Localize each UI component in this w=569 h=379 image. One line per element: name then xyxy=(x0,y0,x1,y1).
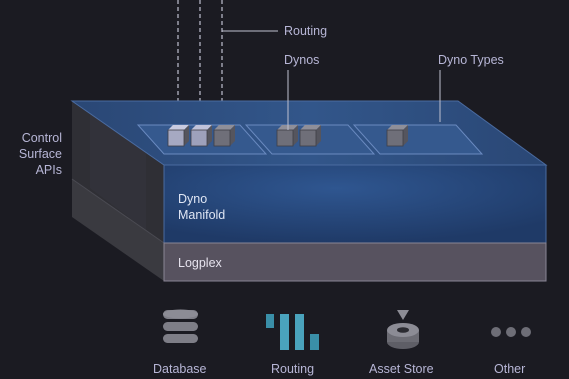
more-dots-icon xyxy=(491,327,531,337)
side-label-line-1: Control xyxy=(21,131,62,145)
routing-bars-icon xyxy=(266,314,319,350)
service-label-asset-store: Asset Store xyxy=(369,362,434,376)
dynos-label: Dynos xyxy=(284,53,320,67)
side-label-line-2: Surface xyxy=(18,147,62,161)
dyno-cube xyxy=(299,125,321,147)
asset-store-icon xyxy=(387,310,419,349)
control-surface-apis-label: Control Surface APIs xyxy=(8,130,62,178)
logplex-label: Logplex xyxy=(178,256,222,270)
database-icon xyxy=(163,309,198,343)
routing-top-label: Routing xyxy=(284,24,328,38)
dyno-cube xyxy=(213,125,235,147)
manifold-label-line-1: Dyno xyxy=(178,192,208,206)
dyno-cube xyxy=(386,125,408,147)
side-label-line-3: APIs xyxy=(35,163,62,177)
manifold-label-line-2: Manifold xyxy=(178,208,226,222)
dyno-cube xyxy=(190,125,212,147)
service-label-database: Database xyxy=(153,362,207,376)
dyno-cube xyxy=(167,125,189,147)
manifold-label: Dyno Manifold xyxy=(178,191,225,223)
service-label-other: Other xyxy=(494,362,526,376)
dyno-types-label: Dyno Types xyxy=(438,53,504,67)
service-label-routing: Routing xyxy=(271,362,315,376)
